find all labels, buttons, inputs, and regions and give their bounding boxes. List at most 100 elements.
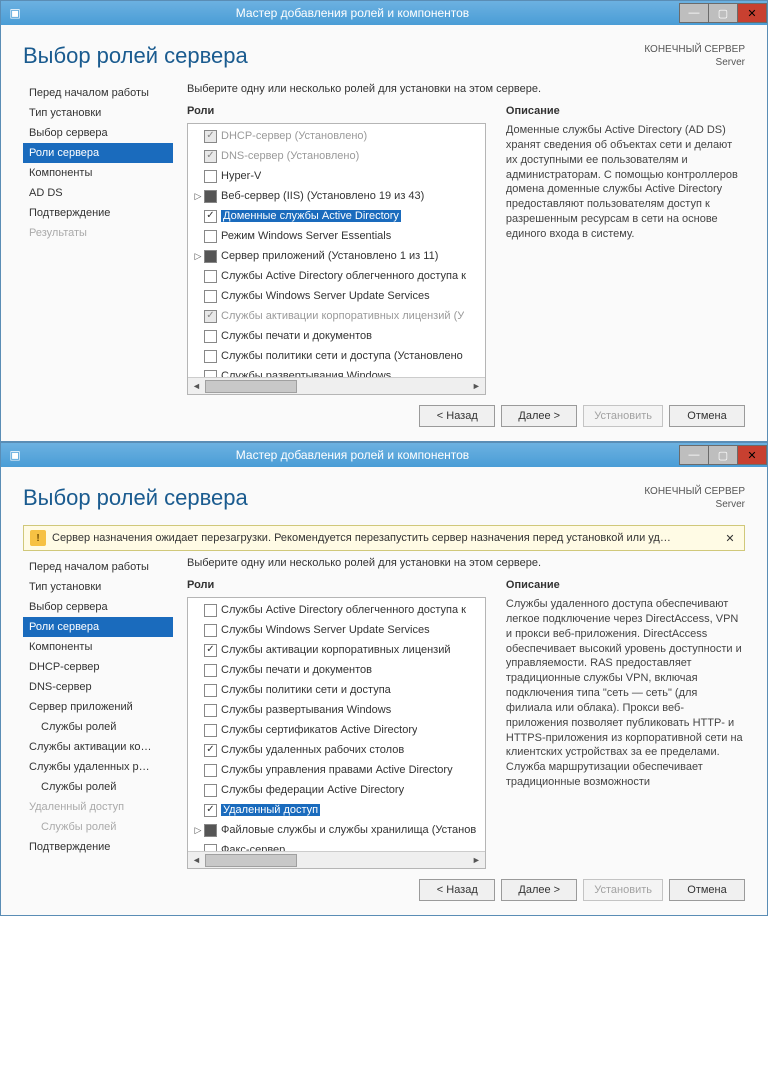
- role-checkbox[interactable]: [204, 210, 217, 223]
- nav-item[interactable]: Службы ролей: [23, 777, 173, 797]
- role-checkbox[interactable]: [204, 624, 217, 637]
- role-checkbox[interactable]: [204, 704, 217, 717]
- nav-item: Результаты: [23, 223, 173, 243]
- horizontal-scrollbar[interactable]: ◄ ►: [188, 851, 485, 868]
- maximize-button[interactable]: ▢: [708, 3, 738, 23]
- nav-item[interactable]: Службы активации ко…: [23, 737, 173, 757]
- role-checkbox[interactable]: [204, 664, 217, 677]
- close-button[interactable]: ✕: [737, 3, 767, 23]
- role-checkbox[interactable]: [204, 290, 217, 303]
- nav-item[interactable]: Роли сервера: [23, 617, 173, 637]
- nav-item[interactable]: Подтверждение: [23, 203, 173, 223]
- close-button[interactable]: ✕: [737, 445, 767, 465]
- role-row[interactable]: Службы развертывания Windows: [192, 700, 485, 720]
- role-checkbox[interactable]: [204, 330, 217, 343]
- role-row[interactable]: ▷Веб-сервер (IIS) (Установлено 19 из 43): [192, 186, 485, 206]
- role-row[interactable]: Службы активации корпоративных лицензий: [192, 640, 485, 660]
- role-row[interactable]: Службы Active Directory облегченного дос…: [192, 600, 485, 620]
- role-checkbox[interactable]: [204, 804, 217, 817]
- role-row[interactable]: Службы политики сети и доступа: [192, 680, 485, 700]
- warning-close-icon[interactable]: ✕: [722, 530, 738, 546]
- role-checkbox[interactable]: [204, 744, 217, 757]
- role-checkbox[interactable]: [204, 130, 217, 143]
- scroll-thumb[interactable]: [205, 854, 297, 867]
- role-checkbox[interactable]: [204, 724, 217, 737]
- scroll-left-icon[interactable]: ◄: [188, 378, 205, 395]
- nav-item[interactable]: Службы ролей: [23, 717, 173, 737]
- role-checkbox[interactable]: [204, 310, 217, 323]
- nav-item[interactable]: Выбор сервера: [23, 123, 173, 143]
- role-checkbox[interactable]: [204, 150, 217, 163]
- description-label: Описание: [506, 579, 745, 591]
- role-row[interactable]: DNS-сервер (Установлено): [192, 146, 485, 166]
- nav-item[interactable]: Компоненты: [23, 637, 173, 657]
- nav-item[interactable]: Выбор сервера: [23, 597, 173, 617]
- role-checkbox[interactable]: [204, 270, 217, 283]
- maximize-button[interactable]: ▢: [708, 445, 738, 465]
- expand-icon[interactable]: ▷: [192, 191, 204, 202]
- roles-listbox[interactable]: DHCP-сервер (Установлено)DNS-сервер (Уст…: [187, 123, 486, 395]
- role-row[interactable]: Службы управления правами Active Directo…: [192, 760, 485, 780]
- scroll-right-icon[interactable]: ►: [468, 378, 485, 395]
- next-button[interactable]: Далее >: [501, 879, 577, 901]
- role-checkbox[interactable]: [204, 604, 217, 617]
- role-row[interactable]: ▷Сервер приложений (Установлено 1 из 11): [192, 246, 485, 266]
- next-button[interactable]: Далее >: [501, 405, 577, 427]
- scroll-right-icon[interactable]: ►: [468, 852, 485, 869]
- back-button[interactable]: < Назад: [419, 405, 495, 427]
- cancel-button[interactable]: Отмена: [669, 879, 745, 901]
- nav-item[interactable]: Перед началом работы: [23, 557, 173, 577]
- expand-icon[interactable]: ▷: [192, 825, 204, 836]
- role-row[interactable]: Службы печати и документов: [192, 326, 485, 346]
- role-row[interactable]: ▷Файловые службы и службы хранилища (Уст…: [192, 820, 485, 840]
- nav-item[interactable]: AD DS: [23, 183, 173, 203]
- role-row[interactable]: Службы удаленных рабочих столов: [192, 740, 485, 760]
- role-checkbox[interactable]: [204, 190, 217, 203]
- role-row[interactable]: Службы печати и документов: [192, 660, 485, 680]
- role-checkbox[interactable]: [204, 784, 217, 797]
- nav-item[interactable]: DNS-сервер: [23, 677, 173, 697]
- nav-item[interactable]: Тип установки: [23, 103, 173, 123]
- nav-item[interactable]: Тип установки: [23, 577, 173, 597]
- role-row[interactable]: Службы политики сети и доступа (Установл…: [192, 346, 485, 366]
- role-row[interactable]: Службы активации корпоративных лицензий …: [192, 306, 485, 326]
- expand-icon[interactable]: ▷: [192, 251, 204, 262]
- role-label: Службы печати и документов: [221, 664, 372, 676]
- roles-listbox[interactable]: Службы Active Directory облегченного дос…: [187, 597, 486, 869]
- nav-item[interactable]: Сервер приложений: [23, 697, 173, 717]
- role-checkbox[interactable]: [204, 230, 217, 243]
- role-checkbox[interactable]: [204, 824, 217, 837]
- role-row[interactable]: Службы федерации Active Directory: [192, 780, 485, 800]
- minimize-button[interactable]: —: [679, 3, 709, 23]
- scroll-thumb[interactable]: [205, 380, 297, 393]
- scroll-left-icon[interactable]: ◄: [188, 852, 205, 869]
- role-row[interactable]: DHCP-сервер (Установлено): [192, 126, 485, 146]
- nav-item[interactable]: Перед началом работы: [23, 83, 173, 103]
- role-checkbox[interactable]: [204, 250, 217, 263]
- wizard-window-1: ▣ Мастер добавления ролей и компонентов …: [0, 0, 768, 442]
- nav-item[interactable]: Подтверждение: [23, 837, 173, 857]
- role-row[interactable]: Режим Windows Server Essentials: [192, 226, 485, 246]
- horizontal-scrollbar[interactable]: ◄ ►: [188, 377, 485, 394]
- role-row[interactable]: Службы Windows Server Update Services: [192, 286, 485, 306]
- minimize-button[interactable]: —: [679, 445, 709, 465]
- nav-item[interactable]: Службы удаленных р…: [23, 757, 173, 777]
- role-row[interactable]: Службы Active Directory облегченного дос…: [192, 266, 485, 286]
- titlebar[interactable]: ▣ Мастер добавления ролей и компонентов …: [1, 443, 767, 467]
- nav-item[interactable]: DHCP-сервер: [23, 657, 173, 677]
- role-checkbox[interactable]: [204, 764, 217, 777]
- role-checkbox[interactable]: [204, 684, 217, 697]
- nav-item[interactable]: Компоненты: [23, 163, 173, 183]
- role-row[interactable]: Удаленный доступ: [192, 800, 485, 820]
- back-button[interactable]: < Назад: [419, 879, 495, 901]
- role-row[interactable]: Hyper-V: [192, 166, 485, 186]
- nav-item[interactable]: Роли сервера: [23, 143, 173, 163]
- cancel-button[interactable]: Отмена: [669, 405, 745, 427]
- role-row[interactable]: Службы сертификатов Active Directory: [192, 720, 485, 740]
- titlebar[interactable]: ▣ Мастер добавления ролей и компонентов …: [1, 1, 767, 25]
- role-row[interactable]: Службы Windows Server Update Services: [192, 620, 485, 640]
- role-row[interactable]: Доменные службы Active Directory: [192, 206, 485, 226]
- role-checkbox[interactable]: [204, 170, 217, 183]
- role-checkbox[interactable]: [204, 644, 217, 657]
- role-checkbox[interactable]: [204, 350, 217, 363]
